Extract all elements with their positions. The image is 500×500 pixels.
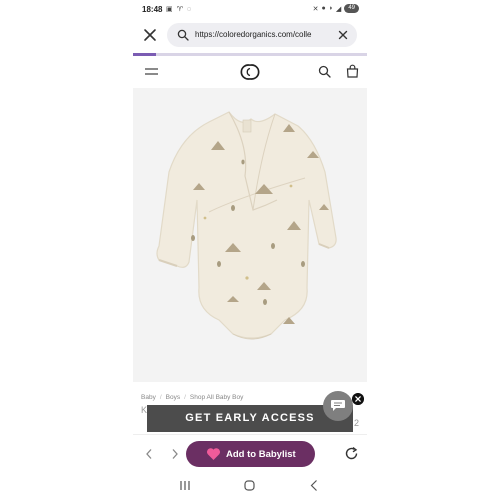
back-icon[interactable]	[310, 479, 318, 492]
shopping-bag-icon[interactable]	[346, 64, 359, 78]
url-text[interactable]: https://coloredorganics.com/colle	[195, 30, 335, 39]
home-icon[interactable]	[244, 480, 255, 491]
heart-icon	[206, 448, 221, 460]
baby-kimono-bodysuit-image[interactable]	[133, 88, 367, 382]
whatsapp-icon: ◌	[186, 6, 192, 13]
wifi-calling-icon: ♈	[176, 6, 184, 13]
notification-icons: ▣ ♈ ◌	[166, 5, 192, 13]
reload-icon[interactable]	[344, 446, 359, 461]
breadcrumb: Baby / Boys / Shop All Baby Boy	[141, 394, 243, 401]
search-icon[interactable]	[318, 65, 331, 78]
wifi-icon: ◗	[328, 5, 333, 12]
status-bar: 18:48 ▣ ♈ ◌ ✕ ● ◗ ◢ 49	[133, 0, 367, 20]
add-to-babylist-label: Add to Babylist	[226, 449, 296, 460]
add-to-babylist-button[interactable]: Add to Babylist	[186, 441, 315, 467]
breadcrumb-item[interactable]: Boys	[166, 394, 180, 401]
search-icon	[177, 29, 189, 41]
breadcrumb-item[interactable]: Baby	[141, 394, 156, 401]
breadcrumb-separator: /	[159, 394, 162, 401]
hamburger-menu-icon[interactable]	[145, 67, 158, 77]
url-field[interactable]: https://coloredorganics.com/colle	[167, 23, 357, 47]
system-icons: ✕ ● ◗ ◢ 49	[313, 4, 359, 13]
browser-url-row: https://coloredorganics.com/colle	[133, 22, 367, 50]
breadcrumb-separator: /	[184, 394, 186, 401]
system-navigation-bar	[133, 472, 367, 500]
breadcrumb-item[interactable]: Shop All Baby Boy	[190, 394, 243, 401]
colored-organics-logo[interactable]	[240, 63, 260, 81]
site-header	[133, 56, 367, 88]
phone-screen: 18:48 ▣ ♈ ◌ ✕ ● ◗ ◢ 49 https://coloredor…	[133, 0, 367, 500]
recent-apps-icon[interactable]	[179, 480, 191, 491]
browser-forward-icon[interactable]	[171, 448, 179, 460]
mute-icon: ✕	[312, 5, 319, 13]
bodysuit-illustration	[156, 111, 337, 340]
bottom-toolbar: Add to Babylist	[133, 434, 367, 472]
clear-url-icon[interactable]	[338, 30, 348, 40]
close-chat-icon[interactable]	[352, 393, 364, 405]
browser-back-icon[interactable]	[145, 448, 153, 460]
signal-icon: ◢	[335, 5, 342, 13]
product-price-peek: 2	[353, 418, 359, 428]
status-time: 18:48	[142, 5, 163, 14]
message-icon: ▣	[166, 6, 174, 13]
chat-widget-button[interactable]	[323, 391, 353, 421]
location-icon: ●	[321, 5, 326, 12]
battery-icon: 49	[344, 4, 359, 13]
chat-icon	[331, 400, 345, 411]
get-early-access-button[interactable]: GET EARLY ACCESS	[147, 405, 353, 432]
close-tab-icon[interactable]	[143, 28, 157, 42]
